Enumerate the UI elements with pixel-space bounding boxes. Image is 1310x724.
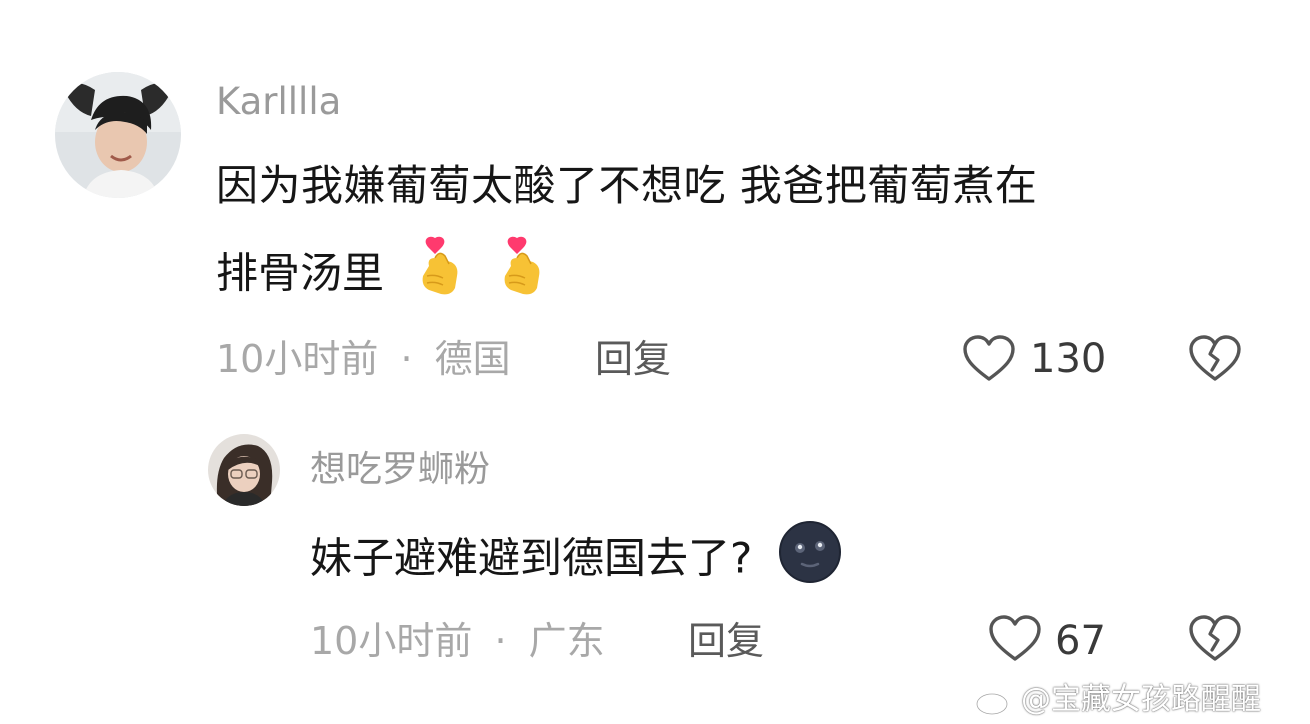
meta-separator: ·: [494, 619, 507, 663]
comment-meta: 10小时前 · 德国: [216, 334, 511, 384]
meta-separator: ·: [400, 337, 413, 381]
like-count: 130: [1030, 336, 1107, 382]
reply-text: 妹子避难避到德国去了?: [310, 520, 842, 602]
comment-text: 因为我嫌葡萄太酸了不想吃 我爸把葡萄煮在: [216, 161, 1038, 210]
comment-location: 德国: [434, 337, 511, 381]
avatar[interactable]: [208, 434, 280, 506]
watermark: @宝藏女孩路醒醒: [975, 680, 1261, 720]
new-moon-face-icon: [778, 520, 842, 602]
watermark-text: @宝藏女孩路醒醒: [1021, 682, 1261, 717]
broken-heart-icon[interactable]: [1188, 334, 1242, 384]
reply-button[interactable]: 回复: [595, 334, 671, 384]
comment-time: 10小时前: [216, 337, 379, 381]
reply-username[interactable]: 想吃罗蛳粉: [310, 447, 490, 493]
like-count: 67: [1055, 618, 1106, 664]
broken-heart-icon[interactable]: [1188, 614, 1242, 664]
reply-location: 广东: [528, 619, 605, 663]
reply-meta: 10小时前 · 广东: [310, 616, 605, 666]
weibo-logo-icon: [975, 682, 1018, 717]
avatar[interactable]: [55, 72, 181, 198]
finger-heart-icon: [497, 236, 551, 316]
reply-time: 10小时前: [310, 619, 473, 663]
comment-text-line2: 排骨汤里: [216, 236, 551, 316]
heart-outline-icon[interactable]: [988, 614, 1042, 664]
comment-text-continued: 排骨汤里: [216, 248, 385, 298]
heart-outline-icon[interactable]: [962, 334, 1016, 384]
finger-heart-icon: [415, 236, 469, 316]
reply-text-body: 妹子避难避到德国去了?: [310, 533, 753, 583]
reply-button[interactable]: 回复: [688, 616, 764, 666]
comment-username[interactable]: Karlllla: [216, 80, 341, 124]
